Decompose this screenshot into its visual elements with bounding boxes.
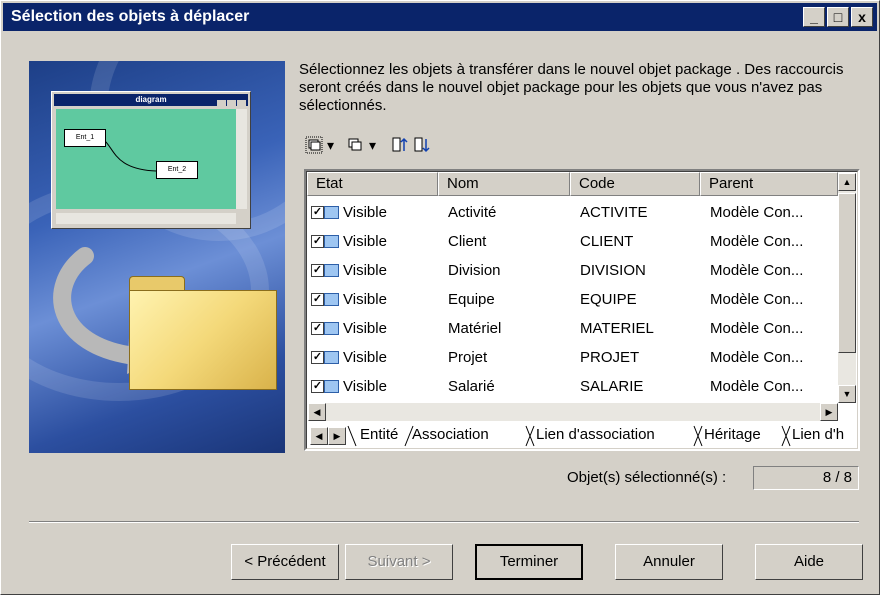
deselect-dropdown-arrow[interactable]: ▾ <box>369 134 376 156</box>
illustration-entity-1: Ent_1 <box>64 129 106 147</box>
cell-nom: Matériel <box>448 320 502 337</box>
cell-nom: Division <box>448 262 501 279</box>
cell-parent: Modèle Con... <box>710 204 804 221</box>
select-all-icon[interactable] <box>305 134 323 156</box>
cell-etat: Visible <box>343 262 387 279</box>
cell-code: DIVISION <box>580 262 646 279</box>
entity-icon <box>324 235 339 248</box>
illustration-diagram-window: diagram Ent_1 Ent_2 <box>51 91 251 229</box>
illustration-entity-2: Ent_2 <box>156 161 198 179</box>
sort-asc-icon[interactable] <box>391 134 409 156</box>
entity-icon <box>324 380 339 393</box>
tab-heritage[interactable]: Héritage <box>704 424 761 448</box>
entity-icon <box>324 351 339 364</box>
tab-association[interactable]: Association <box>412 424 489 448</box>
column-header-etat[interactable]: Etat <box>307 172 438 196</box>
illustration-vscroll <box>236 109 247 209</box>
cell-nom: Projet <box>448 349 488 366</box>
table-horizontal-scrollbar[interactable]: ◀ ▶ <box>308 403 838 421</box>
column-header-nom[interactable]: Nom <box>438 172 570 196</box>
deselect-icon[interactable] <box>347 134 365 156</box>
row-checkbox[interactable]: ✓ <box>311 322 324 335</box>
row-checkbox[interactable]: ✓ <box>311 264 324 277</box>
cell-parent: Modèle Con... <box>710 349 804 366</box>
separator <box>29 521 859 523</box>
selected-count-label: Objet(s) sélectionné(s) : <box>567 469 727 486</box>
objects-table: Etat Nom Code Parent ✓ Visible Activité … <box>304 169 860 451</box>
cell-parent: Modèle Con... <box>710 291 804 308</box>
cell-parent: Modèle Con... <box>710 233 804 250</box>
select-dropdown-arrow[interactable]: ▾ <box>327 134 334 156</box>
cell-nom: Salarié <box>448 378 495 395</box>
table-row[interactable]: ✓ Visible Salarié SALARIE Modèle Con... <box>307 372 837 401</box>
tab-entite[interactable]: Entité <box>360 424 399 448</box>
dialog-window: Sélection des objets à déplacer _ □ x di… <box>0 0 880 595</box>
entity-icon <box>324 293 339 306</box>
sort-desc-icon[interactable] <box>413 134 431 156</box>
cell-etat: Visible <box>343 233 387 250</box>
illustration-hscroll <box>56 213 236 224</box>
cell-nom: Client <box>448 233 487 250</box>
scroll-thumb[interactable] <box>838 193 856 353</box>
table-row[interactable]: ✓ Visible Equipe EQUIPE Modèle Con... <box>307 285 837 314</box>
selected-count-value: 8 / 8 <box>753 466 859 490</box>
previous-button[interactable]: < Précédent <box>231 544 339 580</box>
table-vertical-scrollbar[interactable]: ▲ ▼ <box>838 173 856 403</box>
column-header-code[interactable]: Code <box>570 172 700 196</box>
illustration-canvas: Ent_1 Ent_2 <box>56 109 236 209</box>
cell-parent: Modèle Con... <box>710 320 804 337</box>
next-button[interactable]: Suivant > <box>345 544 453 580</box>
entity-icon <box>324 264 339 277</box>
cell-etat: Visible <box>343 378 387 395</box>
cell-nom: Equipe <box>448 291 495 308</box>
minimize-button[interactable]: _ <box>803 7 825 27</box>
entity-icon <box>324 206 339 219</box>
title-bar[interactable]: Sélection des objets à déplacer _ □ x <box>3 3 877 31</box>
instructions-text: Sélectionnez les objets à transférer dan… <box>299 61 844 114</box>
tab-lien-association[interactable]: Lien d'association <box>536 424 655 448</box>
folder-icon <box>129 276 277 392</box>
scroll-left-button[interactable]: ◀ <box>308 403 326 421</box>
cell-code: EQUIPE <box>580 291 637 308</box>
cell-etat: Visible <box>343 291 387 308</box>
cell-code: MATERIEL <box>580 320 654 337</box>
table-row[interactable]: ✓ Visible Activité ACTIVITE Modèle Con..… <box>307 198 837 227</box>
entity-icon <box>324 322 339 335</box>
cell-etat: Visible <box>343 349 387 366</box>
window-title: Sélection des objets à déplacer <box>11 8 250 25</box>
cell-parent: Modèle Con... <box>710 262 804 279</box>
cell-code: CLIENT <box>580 233 634 250</box>
column-header-parent[interactable]: Parent <box>700 172 838 196</box>
cell-code: ACTIVITE <box>580 204 648 221</box>
table-row[interactable]: ✓ Visible Matériel MATERIEL Modèle Con..… <box>307 314 837 343</box>
row-checkbox[interactable]: ✓ <box>311 351 324 364</box>
row-checkbox[interactable]: ✓ <box>311 235 324 248</box>
row-checkbox[interactable]: ✓ <box>311 380 324 393</box>
table-row[interactable]: ✓ Visible Client CLIENT Modèle Con... <box>307 227 837 256</box>
row-checkbox[interactable]: ✓ <box>311 206 324 219</box>
scroll-right-button[interactable]: ▶ <box>820 403 838 421</box>
cell-parent: Modèle Con... <box>710 378 804 395</box>
cell-code: PROJET <box>580 349 640 366</box>
cancel-button[interactable]: Annuler <box>615 544 723 580</box>
cell-code: SALARIE <box>580 378 644 395</box>
wizard-illustration: diagram Ent_1 Ent_2 <box>29 61 285 453</box>
cell-etat: Visible <box>343 204 387 221</box>
object-toolbar: ▾ ▾ <box>303 134 503 158</box>
object-type-tabs: ◀ ▶ Entité Association Lien d'associatio… <box>308 424 858 448</box>
scroll-up-button[interactable]: ▲ <box>838 173 856 191</box>
maximize-button[interactable]: □ <box>827 7 849 27</box>
scroll-down-button[interactable]: ▼ <box>838 385 856 403</box>
table-row[interactable]: ✓ Visible Division DIVISION Modèle Con..… <box>307 256 837 285</box>
row-checkbox[interactable]: ✓ <box>311 293 324 306</box>
finish-button[interactable]: Terminer <box>475 544 583 580</box>
cell-etat: Visible <box>343 320 387 337</box>
help-button[interactable]: Aide <box>755 544 863 580</box>
cell-nom: Activité <box>448 204 497 221</box>
tab-lien-heritage[interactable]: Lien d'h <box>792 424 844 448</box>
table-row[interactable]: ✓ Visible Projet PROJET Modèle Con... <box>307 343 837 372</box>
close-button[interactable]: x <box>851 7 873 27</box>
